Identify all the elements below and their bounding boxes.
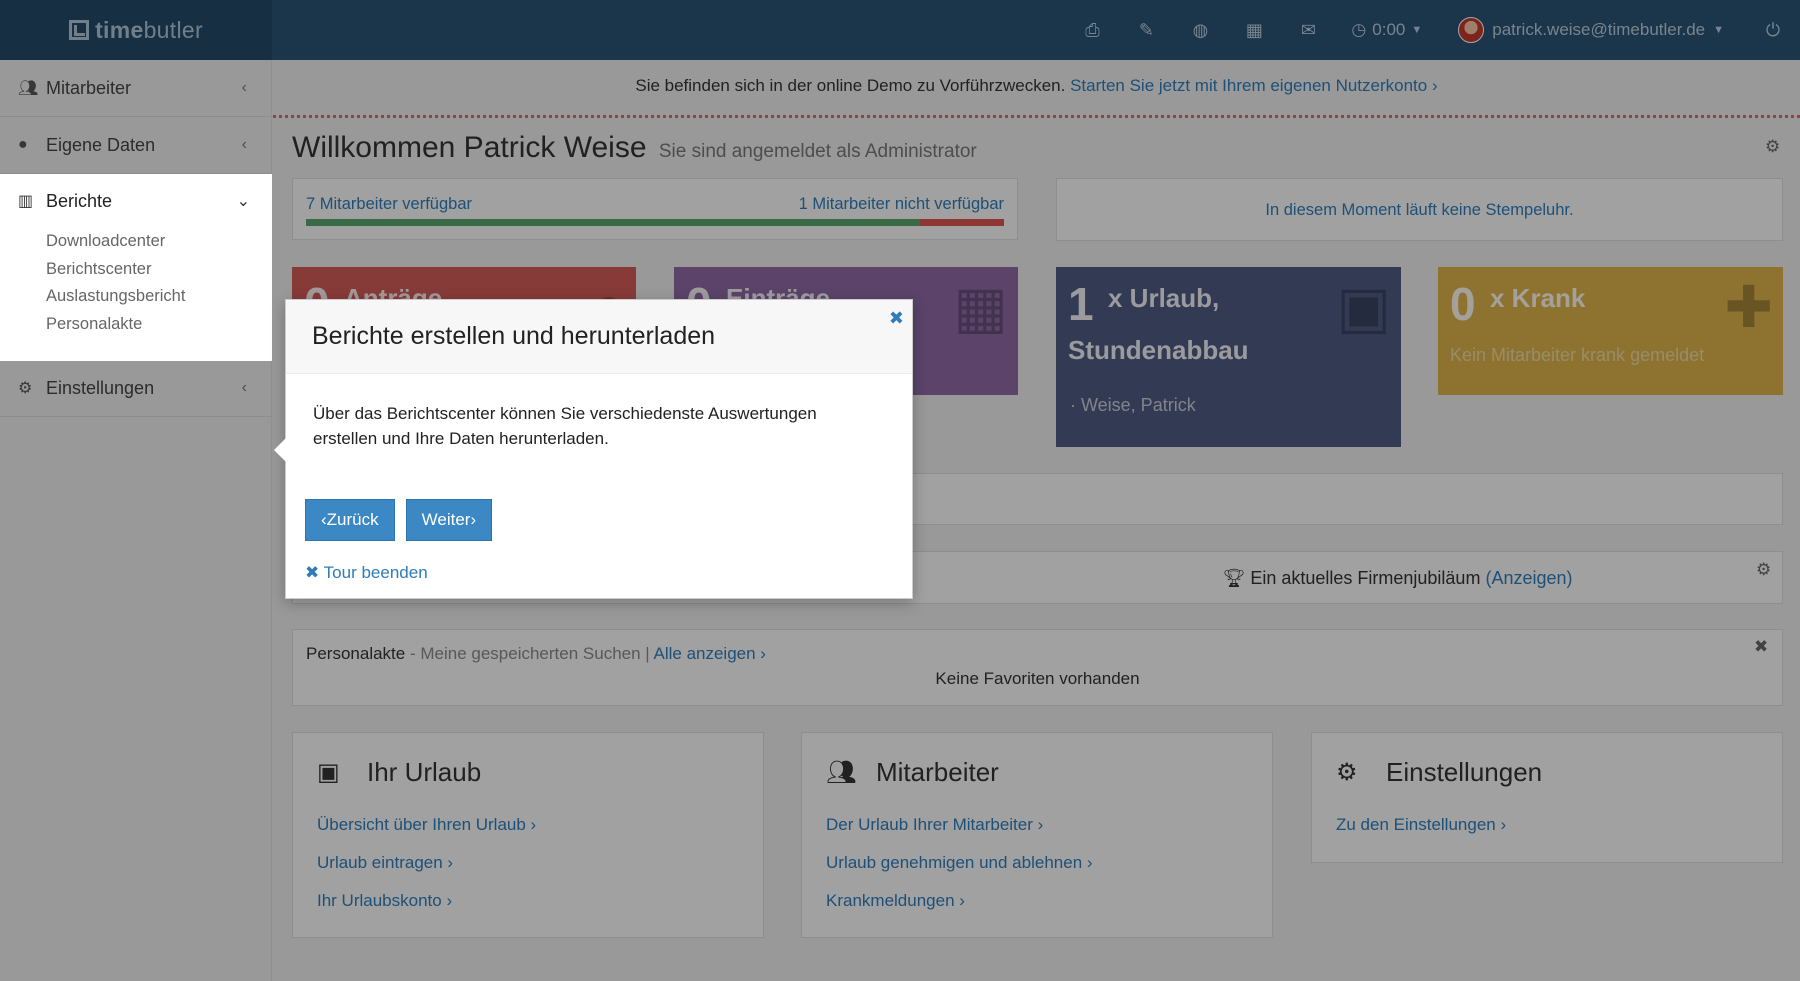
- submenu-item-berichtscenter[interactable]: Berichtscenter: [46, 256, 272, 284]
- end-tour-label: Tour beenden: [323, 563, 428, 582]
- back-button[interactable]: ‹ Zurück: [305, 499, 395, 541]
- sidebar-item-label: Berichte: [46, 190, 113, 211]
- tour-title: Berichte erstellen und herunterladen: [286, 300, 912, 374]
- bar-chart-icon: ▥: [18, 193, 34, 210]
- submenu-item-downloadcenter[interactable]: Downloadcenter: [46, 228, 272, 256]
- next-button-label: Weiter: [421, 510, 471, 529]
- chevron-right-icon: ›: [470, 510, 477, 529]
- close-icon[interactable]: ✖: [889, 308, 904, 329]
- tour-body: Über das Berichtscenter können Sie versc…: [313, 404, 817, 448]
- tour-popover: Berichte erstellen und herunterladen ✖ Ü…: [274, 299, 913, 599]
- next-button[interactable]: Weiter ›: [405, 499, 493, 541]
- sidebar-item-berichte-head[interactable]: ▥ Berichte ⌄: [0, 174, 272, 228]
- berichte-submenu: Downloadcenter Berichtscenter Auslastung…: [0, 228, 272, 338]
- chevron-down-icon: ⌄: [236, 193, 250, 210]
- close-icon: ✖: [305, 563, 320, 582]
- end-tour-link[interactable]: ✖ Tour beenden: [305, 563, 428, 583]
- tour-highlight-berichte[interactable]: ▥ Berichte ⌄ Downloadcenter Berichtscent…: [0, 174, 272, 361]
- popover-arrow: [274, 438, 286, 462]
- back-button-label: Zurück: [326, 510, 379, 529]
- submenu-item-personalakte[interactable]: Personalakte: [46, 311, 272, 339]
- submenu-item-auslastungsbericht[interactable]: Auslastungsbericht: [46, 283, 272, 311]
